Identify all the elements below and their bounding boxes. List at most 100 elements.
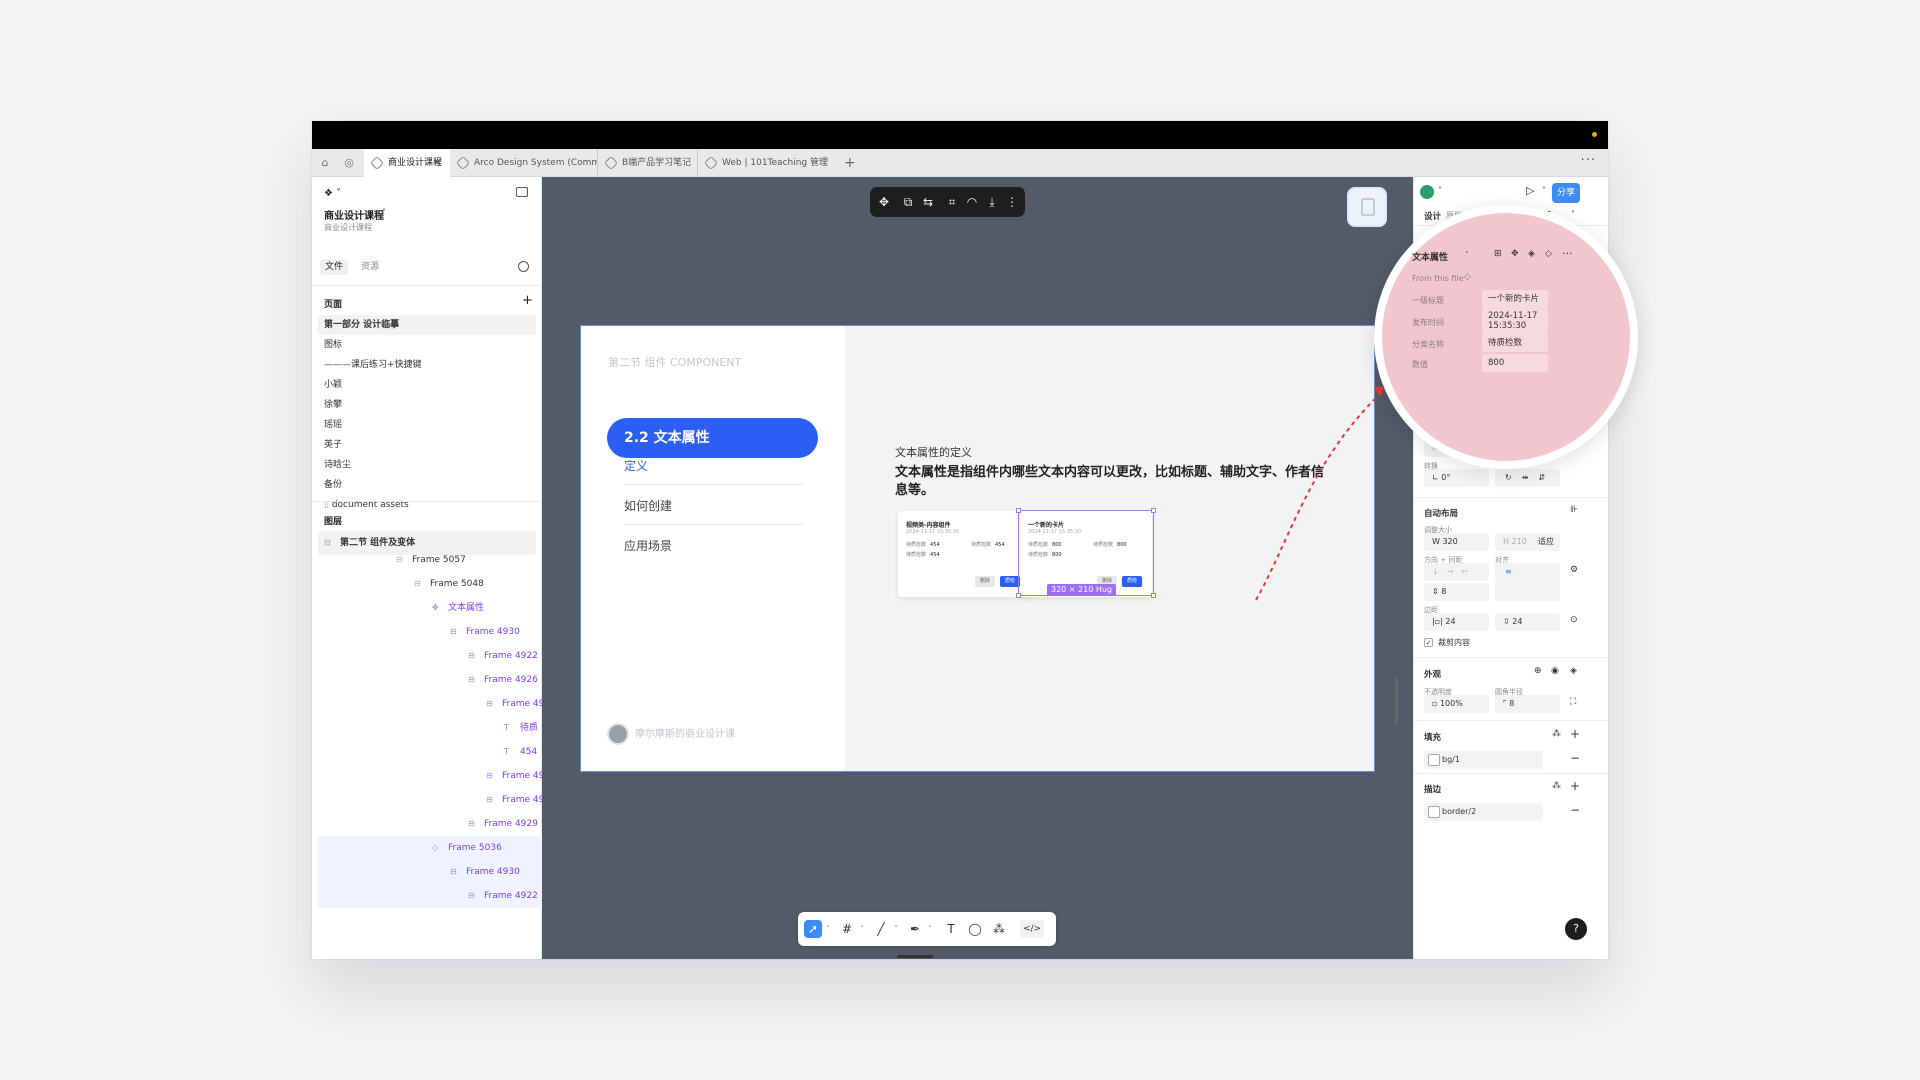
prop-value-field[interactable]: 一个新的卡片 xyxy=(1482,290,1548,308)
more-icon[interactable]: ··· xyxy=(1581,153,1596,168)
layer-row[interactable]: ⊟ Frame 4930 xyxy=(318,860,542,884)
sidebar-toggle-icon[interactable] xyxy=(516,187,528,197)
component-card[interactable]: 视频类-内容组件 2024-11-17 15:35:30 待质检数 454 待质检… xyxy=(898,511,1030,597)
styles-icon[interactable]: ⁂ xyxy=(1552,729,1561,739)
chevron-down-icon[interactable]: ˅ xyxy=(892,920,900,938)
crop-icon[interactable]: ⌗ xyxy=(944,194,960,210)
layer-row[interactable]: ⊟ Frame 4922 xyxy=(318,884,542,908)
radius-field[interactable]: ⌜ 8 xyxy=(1495,695,1560,713)
home-icon[interactable]: ⌂ xyxy=(318,156,332,170)
add-fill-icon[interactable]: + xyxy=(1570,727,1580,741)
remove-fill-icon[interactable]: − xyxy=(1570,751,1580,765)
height-field[interactable]: H 210 适应 xyxy=(1495,533,1560,551)
corners-expand-icon[interactable]: ⛶ xyxy=(1570,697,1576,707)
layer-row[interactable]: T 待质 xyxy=(312,716,542,740)
close-icon[interactable]: ✕ xyxy=(433,149,442,177)
chevron-down-icon[interactable]: ˅ xyxy=(382,208,386,217)
prop-value-field[interactable]: 2024-11-17 15:35:30 xyxy=(1482,308,1548,334)
padding-expand-icon[interactable]: ⊙ xyxy=(1570,615,1578,625)
chevron-down-icon[interactable]: ˅ xyxy=(1542,186,1546,195)
resize-handle[interactable] xyxy=(1151,593,1156,598)
grid-icon[interactable]: ⊞ xyxy=(1494,249,1502,259)
layer-row[interactable]: ✥ 文本属性 xyxy=(312,596,542,620)
tab-web-admin[interactable]: Web | 101Teaching 管理后台 xyxy=(698,149,828,177)
page-item[interactable]: 备份 xyxy=(324,475,342,495)
padding-v-field[interactable]: ⇳ 24 xyxy=(1495,613,1560,631)
file-title[interactable]: 商业设计课程 xyxy=(324,207,384,222)
variant-icon[interactable]: ◈ xyxy=(1528,249,1535,259)
fill-field[interactable]: bg/1 xyxy=(1424,751,1543,769)
resize-handle[interactable] xyxy=(1016,508,1021,513)
add-page-icon[interactable]: + xyxy=(522,293,533,308)
layer-row[interactable]: ◇ Frame 5036 xyxy=(318,836,542,860)
layer-row[interactable]: T 454 xyxy=(312,740,542,764)
vertical-scrollbar[interactable] xyxy=(1395,677,1398,725)
globe-icon[interactable]: ◎ xyxy=(342,156,356,170)
resize-handle[interactable] xyxy=(1016,593,1021,598)
frame-tool-icon[interactable]: # xyxy=(838,920,856,938)
autolayout-icon[interactable]: ⊪ xyxy=(1570,505,1578,515)
tab-current-file[interactable]: 商业设计课程 ✕ xyxy=(364,149,450,177)
padding-h-field[interactable]: |▫| 24 xyxy=(1424,613,1489,631)
line-tool-icon[interactable]: ╱ xyxy=(872,920,890,938)
boolean-icon[interactable]: ⧉ xyxy=(900,194,916,210)
stroke-field[interactable]: border/2 xyxy=(1424,803,1543,821)
styles-icon[interactable]: ⁂ xyxy=(1552,781,1561,791)
eye-icon[interactable]: ◉ xyxy=(1551,666,1559,676)
alignment-grid[interactable]: ≡ xyxy=(1495,563,1560,601)
slide-frame[interactable]: 第二节 组件 COMPONENT 2.2 文本属性 定义 如何创建 应用场景 摩… xyxy=(580,325,1375,772)
layer-row[interactable]: ⊟ Frame 4930 xyxy=(312,620,542,644)
align-icon[interactable]: ⤓ xyxy=(984,194,1000,210)
layer-row[interactable]: ⊟ Frame 4929 xyxy=(312,812,542,836)
width-field[interactable]: W 320 xyxy=(1424,533,1489,551)
page-item[interactable]: 图标 xyxy=(324,335,342,355)
prop-value-field[interactable]: 待质检数 xyxy=(1482,334,1548,352)
page-item[interactable]: 小颖 xyxy=(324,375,342,395)
rotation-field[interactable]: ∟ 0° xyxy=(1424,469,1489,487)
prop-value-field[interactable]: 800 xyxy=(1482,354,1548,372)
layer-row[interactable]: ⊟ Frame 49 xyxy=(312,788,544,812)
page-item[interactable]: 英子 xyxy=(324,435,342,455)
chevron-down-icon[interactable]: ˅ xyxy=(1465,251,1469,259)
text-tool-icon[interactable]: T xyxy=(942,920,960,938)
dev-mode-icon[interactable]: </> xyxy=(1020,920,1044,938)
page-item[interactable]: ———课后练习+快捷键 xyxy=(324,355,422,375)
search-icon[interactable] xyxy=(518,261,529,272)
more-vertical-icon[interactable]: ⋮ xyxy=(1004,194,1020,210)
gap-field[interactable]: ⇕ 8 xyxy=(1424,583,1489,601)
layer-row[interactable]: ⊟ Frame 49 xyxy=(312,692,544,716)
canvas[interactable]: ✥ ⧉ ⇆ ⌗ ◠ ⤓ ⋮ 第二节 组件 COMPONENT 2.2 文本属性 … xyxy=(542,177,1413,959)
help-button[interactable]: ? xyxy=(1565,918,1587,940)
more-icon[interactable]: ··· xyxy=(1562,247,1573,260)
opacity-field[interactable]: ▫ 100% xyxy=(1424,695,1489,713)
comment-tool-icon[interactable]: ◯ xyxy=(966,920,984,938)
pen-tool-icon[interactable]: ✒ xyxy=(906,920,924,938)
mask-icon[interactable]: ◠ xyxy=(964,194,980,210)
instance-icon[interactable]: ◇ xyxy=(1545,249,1552,259)
tab-file[interactable]: 文件 xyxy=(320,259,349,275)
new-tab-button[interactable]: + xyxy=(844,155,856,171)
move-tool-icon[interactable]: ➚ xyxy=(804,920,822,938)
tab-b-notes[interactable]: B端产品学习笔记 xyxy=(598,149,698,177)
page-item[interactable]: 第一部分 设计临摹 xyxy=(318,315,536,335)
page-item[interactable]: 诗晗尘 xyxy=(324,455,351,475)
play-icon[interactable]: ▷ xyxy=(1526,184,1534,197)
resources-tool-icon[interactable]: ⁂ xyxy=(990,920,1008,938)
share-button[interactable]: 分享 xyxy=(1552,183,1580,203)
chevron-down-icon[interactable]: ˅ xyxy=(926,920,934,938)
layer-row[interactable]: ⊟ Frame 4922 xyxy=(312,644,542,668)
settings-icon[interactable]: ⚙ xyxy=(1570,565,1578,575)
add-stroke-icon[interactable]: + xyxy=(1570,779,1580,793)
tab-arco[interactable]: Arco Design System (Community) (Co xyxy=(450,149,598,177)
page-item[interactable]: 徐攀 xyxy=(324,395,342,415)
swap-icon[interactable]: ⇆ xyxy=(920,194,936,210)
transform-controls[interactable]: ↻⇹⇵ xyxy=(1495,469,1560,487)
page-item[interactable]: ▯ document assets xyxy=(324,495,409,515)
avatar[interactable] xyxy=(1420,185,1434,199)
blend-icon[interactable]: ◈ xyxy=(1570,666,1577,676)
chevron-down-icon[interactable]: ˅ xyxy=(824,920,832,938)
remove-stroke-icon[interactable]: − xyxy=(1570,803,1580,817)
chevron-down-icon[interactable]: ˅ xyxy=(1571,210,1575,219)
page-item[interactable]: 瑶瑶 xyxy=(324,415,342,435)
resize-handle[interactable] xyxy=(1151,508,1156,513)
